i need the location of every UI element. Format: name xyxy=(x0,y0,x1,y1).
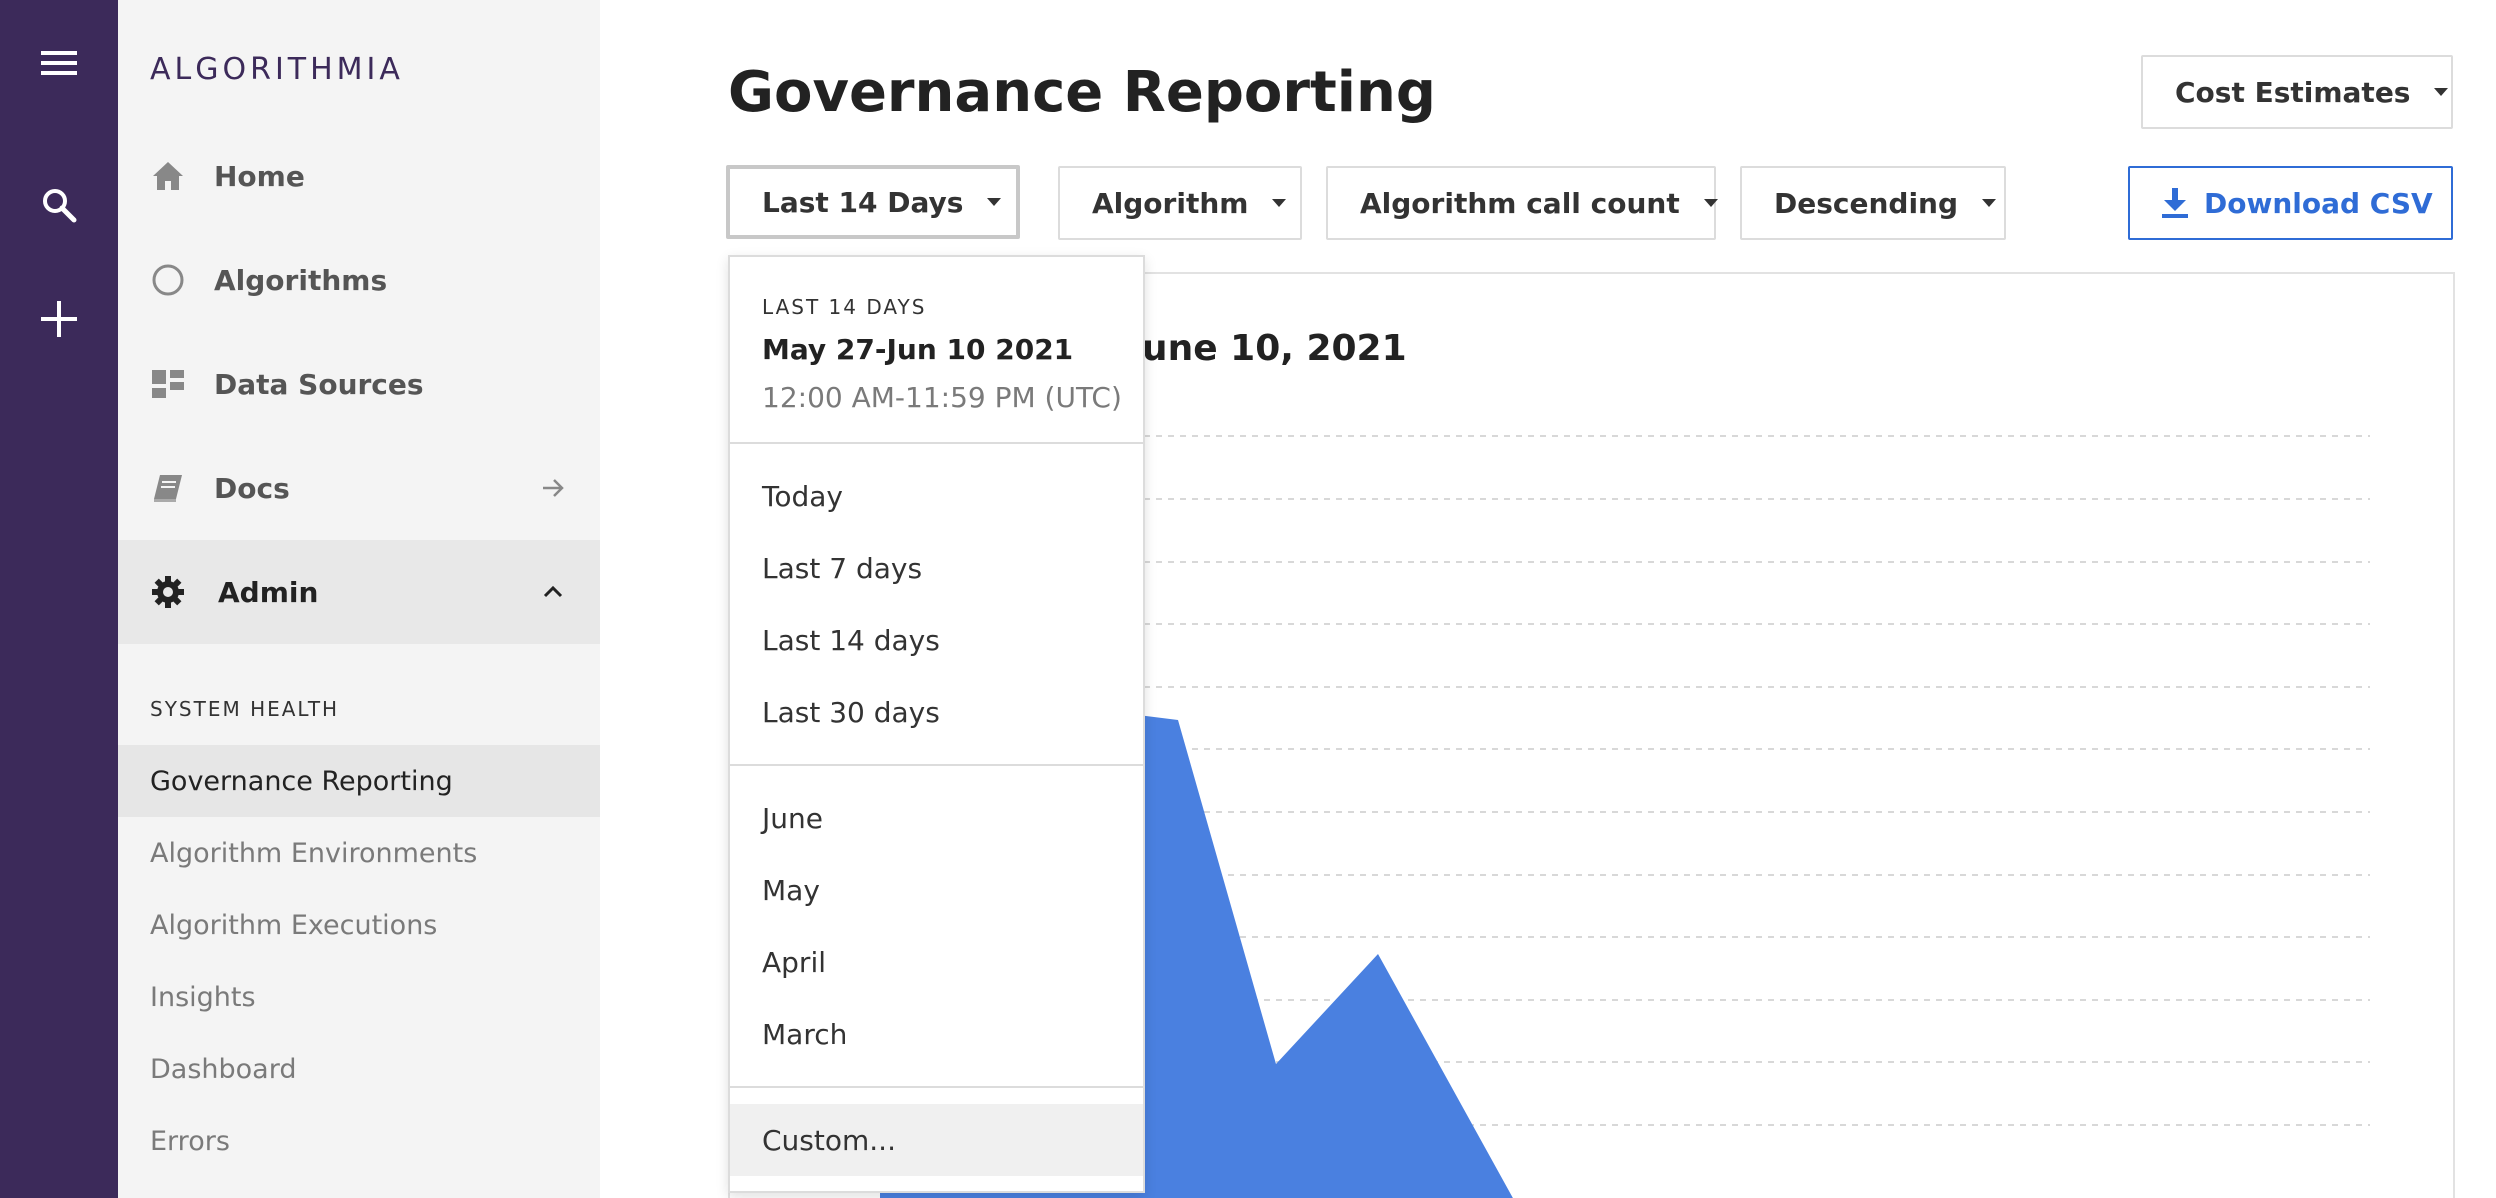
caret-down-icon xyxy=(987,198,1002,206)
date-range-label: Last 14 Days xyxy=(762,185,964,219)
sub-item-insights[interactable]: Insights xyxy=(118,961,600,1033)
download-csv-button[interactable]: Download CSV xyxy=(2128,166,2453,240)
circle-icon xyxy=(150,262,186,298)
menu-item-april[interactable]: April xyxy=(730,926,1143,998)
menu-item-may[interactable]: May xyxy=(730,854,1143,926)
menu-header-title: LAST 14 DAYS xyxy=(762,295,927,319)
hamburger-icon[interactable] xyxy=(24,28,94,98)
menu-item-last-14-days[interactable]: Last 14 days xyxy=(730,604,1143,676)
group-by-dropdown[interactable]: Algorithm xyxy=(1058,166,1302,240)
section-title: SYSTEM HEALTH xyxy=(150,697,340,721)
sub-item-algorithm-environments[interactable]: Algorithm Environments xyxy=(118,817,600,889)
menu-item-last-7-days[interactable]: Last 7 days xyxy=(730,532,1143,604)
nav-label: Data Sources xyxy=(214,367,424,401)
nav-item-admin[interactable]: Admin xyxy=(118,540,600,644)
page-title: Governance Reporting xyxy=(728,60,1436,125)
sidebar: ALGORITHMIA Home Algorithms Data Sources… xyxy=(118,0,600,1198)
plus-icon[interactable] xyxy=(24,284,94,354)
date-range-menu: LAST 14 DAYS May 27-Jun 10 2021 12:00 AM… xyxy=(728,255,1145,1193)
app-rail xyxy=(0,0,118,1198)
home-icon xyxy=(150,158,186,194)
nav-label: Algorithms xyxy=(214,263,388,297)
download-icon xyxy=(2162,188,2188,218)
date-range-dropdown[interactable]: Last 14 Days xyxy=(726,165,1020,239)
nav-label: Docs xyxy=(214,471,290,505)
menu-divider xyxy=(730,764,1143,766)
search-icon[interactable] xyxy=(24,170,94,240)
cost-estimates-dropdown[interactable]: Cost Estimates xyxy=(2141,55,2453,129)
sub-item-governance-reporting[interactable]: Governance Reporting xyxy=(118,745,600,817)
menu-item-custom[interactable]: Custom... xyxy=(730,1104,1143,1176)
menu-divider xyxy=(730,442,1143,444)
cost-estimates-label: Cost Estimates xyxy=(2175,75,2411,109)
chevron-up-icon[interactable] xyxy=(538,577,568,607)
caret-down-icon xyxy=(1703,199,1718,207)
nav-item-docs[interactable]: Docs xyxy=(118,436,600,540)
sub-item-errors[interactable]: Errors xyxy=(118,1105,600,1177)
arrow-right-icon xyxy=(538,473,568,503)
menu-item-last-30-days[interactable]: Last 30 days xyxy=(730,676,1143,748)
sort-dropdown[interactable]: Descending xyxy=(1740,166,2006,240)
menu-header-range: May 27-Jun 10 2021 xyxy=(762,333,1074,366)
book-icon xyxy=(150,470,186,506)
menu-item-today[interactable]: Today xyxy=(730,460,1143,532)
nav-item-home[interactable]: Home xyxy=(118,124,600,228)
sub-item-algorithm-executions[interactable]: Algorithm Executions xyxy=(118,889,600,961)
gear-icon xyxy=(150,574,186,610)
caret-down-icon xyxy=(1982,199,1997,207)
nav-item-data-sources[interactable]: Data Sources xyxy=(118,332,600,436)
group-by-label: Algorithm xyxy=(1092,186,1249,220)
brand-logo[interactable]: ALGORITHMIA xyxy=(150,52,404,87)
menu-item-march[interactable]: March xyxy=(730,998,1143,1070)
menu-divider xyxy=(730,1086,1143,1088)
nav-label: Home xyxy=(214,159,305,193)
sub-item-dashboard[interactable]: Dashboard xyxy=(118,1033,600,1105)
caret-down-icon xyxy=(2434,88,2449,96)
download-csv-label: Download CSV xyxy=(2204,186,2433,220)
sort-label: Descending xyxy=(1774,186,1959,220)
menu-item-june[interactable]: June xyxy=(730,782,1143,854)
metric-label: Algorithm call count xyxy=(1360,186,1680,220)
data-sources-icon xyxy=(150,366,186,402)
metric-dropdown[interactable]: Algorithm call count xyxy=(1326,166,1718,240)
caret-down-icon xyxy=(1272,199,1287,207)
nav-item-algorithms[interactable]: Algorithms xyxy=(118,228,600,332)
menu-header-time: 12:00 AM-11:59 PM (UTC) xyxy=(762,381,1122,414)
nav-label: Admin xyxy=(218,575,319,609)
